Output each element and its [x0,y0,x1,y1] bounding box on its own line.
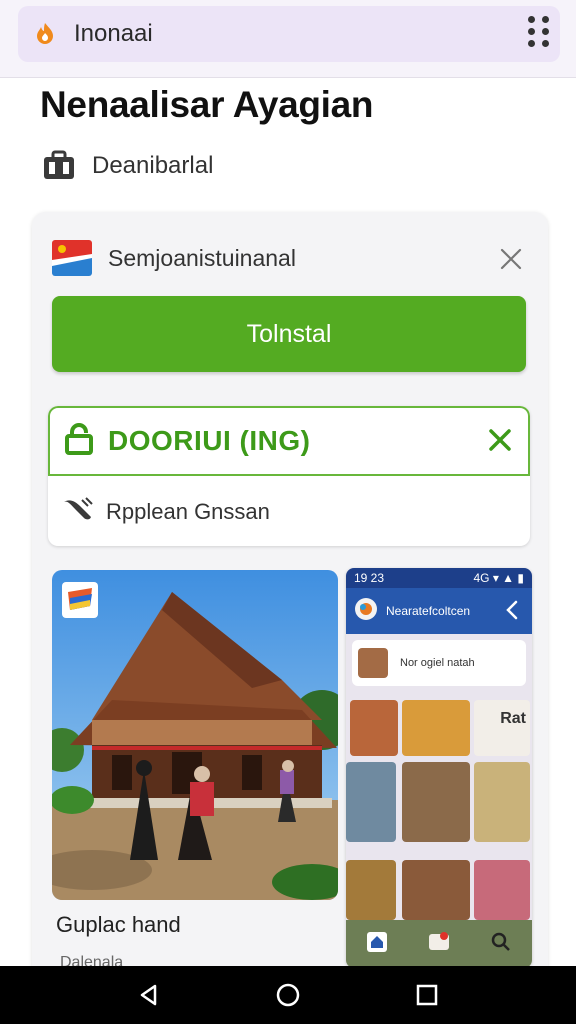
grid-tile [474,762,530,842]
phone-app-logo-icon [354,597,378,626]
briefcase-icon [42,149,76,183]
banner-text: Semjoanistuinanal [108,244,296,271]
hand-icon [62,496,94,529]
url-text: Inonaai [74,20,153,47]
notice-body[interactable]: Rpplean Gnssan [48,478,530,546]
grid-tile: Rat [474,700,530,756]
grid-tile [350,700,398,756]
screen: Inonaai Nenaalisar Ayagian Deanibarlal S… [0,0,576,1024]
lock-icon [64,422,94,460]
grid-tile [402,860,470,920]
banner-row: Semjoanistuinanal [52,234,528,282]
dismiss-icon[interactable] [486,426,514,454]
flame-logo-icon [32,21,58,47]
grid-tile [346,860,396,920]
phone-status-bar: 19 23 4G ▾ ▲ ▮ [346,568,532,588]
install-button[interactable]: Tolnstal [52,296,526,372]
page-title: Nenaalisar Ayagian [40,84,374,125]
phone-app-title: Nearatefcoltcen [386,604,471,618]
phone-time: 19 23 [354,571,385,585]
subtitle-row[interactable]: Deanibarlal [42,148,213,184]
android-navigation-bar [0,966,576,1024]
notice-box: DOORIUI (ING) Rpplean Gnssan [48,406,530,546]
recents-icon[interactable] [413,981,441,1009]
phone-list-row: Nor ogiel natah [352,640,526,686]
flag-icon [52,240,92,276]
phone-row-text: Nor ogiel natah [400,657,475,669]
close-icon[interactable] [494,242,528,276]
phone-bottom-nav [346,920,532,968]
building-photo[interactable] [52,570,338,900]
phone-avatar [358,648,388,678]
grid-tile-text: Rat [500,710,526,727]
home-icon [366,931,388,958]
grid-tile [402,700,470,756]
app-screenshot[interactable]: 19 23 4G ▾ ▲ ▮ Nearatefcoltcen Nor ogiel… [346,568,532,968]
back-icon[interactable] [135,981,163,1009]
subtitle-text: Deanibarlal [92,152,214,179]
grid-tile [402,762,470,842]
notice-title: DOORIUI (ING) [108,425,311,456]
back-arrow-icon [504,600,520,620]
phone-app-bar: Nearatefcoltcen [346,588,532,634]
gallery-icon [428,931,450,958]
more-vertical-icon[interactable] [528,16,550,47]
home-circle-icon[interactable] [274,981,302,1009]
grid-tile [346,762,396,842]
notice-subtext: Rpplean Gnssan [106,499,270,524]
photo-app-badge-icon [62,582,98,618]
phone-status-icons: 4G ▾ ▲ ▮ [473,571,524,585]
url-bar[interactable]: Inonaai [18,6,560,62]
grid-tile [474,860,530,920]
photo-caption: Guplac hand [56,912,181,937]
notice-header: DOORIUI (ING) [48,406,530,476]
search-icon [490,931,512,958]
browser-top-bar: Inonaai [0,0,576,78]
